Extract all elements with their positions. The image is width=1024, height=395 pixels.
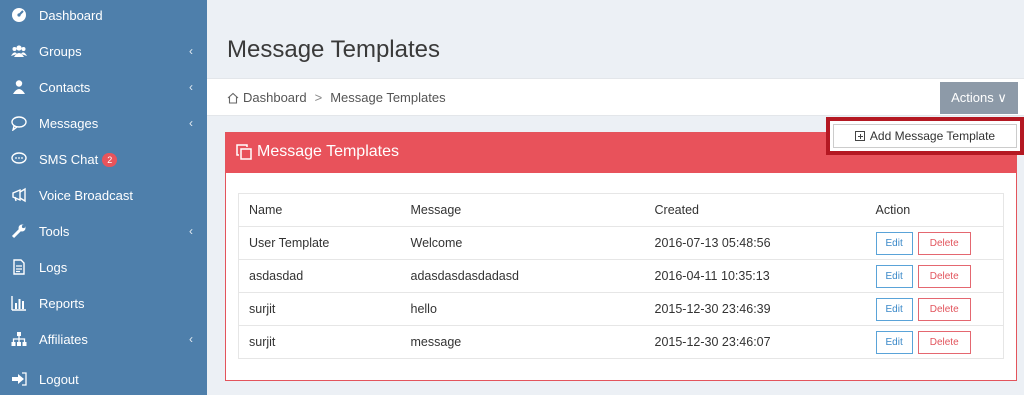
chevron-left-icon: ‹	[189, 44, 193, 58]
home-icon	[227, 92, 239, 104]
sidebar-item-groups[interactable]: Groups ‹	[0, 33, 207, 69]
wrench-icon	[10, 222, 28, 240]
cell-name: surjit	[238, 325, 401, 359]
breadcrumb-bar: Dashboard > Message Templates Actions ∨	[207, 78, 1024, 116]
cell-created: 2015-12-30 23:46:07	[644, 325, 866, 359]
cell-actions: Edit Delete	[865, 325, 1004, 359]
cell-created: 2015-12-30 23:46:39	[644, 292, 866, 326]
sidebar-item-logout[interactable]: Logout	[0, 361, 207, 395]
cell-message: Welcome	[400, 226, 645, 260]
cell-name: User Template	[238, 226, 401, 260]
user-icon	[10, 78, 28, 96]
megaphone-icon	[10, 186, 28, 204]
sidebar-item-label: SMS Chat 2	[39, 152, 207, 167]
cell-actions: Edit Delete	[865, 259, 1004, 293]
table-row: asdasdad adasdasdasdadasd 2016-04-11 10:…	[238, 259, 1004, 293]
sidebar-item-reports[interactable]: Reports	[0, 285, 207, 321]
sidebar-item-contacts[interactable]: Contacts ‹	[0, 69, 207, 105]
sidebar-item-label: Reports	[39, 295, 85, 311]
delete-button[interactable]: Delete	[917, 330, 971, 354]
breadcrumb-separator: >	[314, 90, 323, 105]
templates-table: Name Message Created Action User Templat…	[238, 193, 1004, 359]
delete-button[interactable]: Delete	[917, 297, 971, 321]
chevron-left-icon: ‹	[189, 332, 193, 346]
edit-button[interactable]: Edit	[875, 297, 913, 321]
cell-name: asdasdad	[238, 259, 401, 293]
table-row: User Template Welcome 2016-07-13 05:48:5…	[238, 226, 1004, 260]
plus-square-icon	[854, 131, 865, 141]
table-header-row: Name Message Created Action	[238, 193, 1004, 227]
sidebar: Dashboard Groups ‹ Contacts ‹ Messages ‹…	[0, 0, 207, 395]
chevron-left-icon: ‹	[189, 224, 193, 238]
table-row: surjit message 2015-12-30 23:46:07 Edit D…	[238, 325, 1004, 359]
sidebar-item-messages[interactable]: Messages ‹	[0, 105, 207, 141]
main-content: Message Templates Dashboard > Message Te…	[207, 0, 1024, 395]
sitemap-icon	[10, 330, 28, 348]
edit-button[interactable]: Edit	[875, 264, 913, 288]
page-title: Message Templates	[227, 36, 440, 63]
delete-button[interactable]: Delete	[917, 264, 971, 288]
cell-actions: Edit Delete	[865, 226, 1004, 260]
sidebar-item-label: Affiliates	[39, 331, 88, 347]
column-header-name: Name	[238, 193, 401, 227]
notification-badge: 2	[102, 152, 118, 167]
cell-message: hello	[400, 292, 645, 326]
bar-chart-icon	[10, 294, 28, 312]
edit-button[interactable]: Edit	[875, 231, 913, 255]
sidebar-item-label: Logout	[39, 371, 79, 387]
column-header-action: Action	[865, 193, 1004, 227]
breadcrumb-current: Message Templates	[330, 90, 446, 105]
cell-created: 2016-07-13 05:48:56	[644, 226, 866, 260]
breadcrumb-home-link[interactable]: Dashboard	[243, 90, 307, 105]
breadcrumb: Dashboard > Message Templates	[227, 90, 446, 105]
chevron-left-icon: ‹	[189, 80, 193, 94]
sidebar-item-sms-chat[interactable]: SMS Chat 2	[0, 141, 207, 177]
dashboard-icon	[10, 6, 28, 24]
panel-title: Message Templates	[236, 143, 399, 161]
sms-chat-icon	[10, 150, 28, 168]
sidebar-item-label: Logs	[39, 259, 68, 275]
sidebar-item-label: Contacts	[39, 79, 91, 95]
document-icon	[10, 258, 28, 276]
chat-bubble-icon	[10, 114, 28, 132]
column-header-message: Message	[400, 193, 645, 227]
table-row: surjit hello 2015-12-30 23:46:39 Edit Del…	[238, 292, 1004, 326]
sidebar-item-label: Dashboard	[39, 7, 103, 23]
cell-message: adasdasdasdadasd	[400, 259, 645, 293]
templates-table-wrapper: Name Message Created Action User Templat…	[238, 193, 1004, 359]
sidebar-item-voice-broadcast[interactable]: Voice Broadcast	[0, 177, 207, 213]
delete-button[interactable]: Delete	[917, 231, 971, 255]
templates-panel: Message Templates Name Message Created A…	[225, 132, 1017, 381]
sidebar-item-affiliates[interactable]: Affiliates ‹	[0, 321, 207, 357]
cell-created: 2016-04-11 10:35:13	[644, 259, 866, 293]
add-template-highlight: Add Message Template	[826, 117, 1024, 155]
chevron-left-icon: ‹	[189, 116, 193, 130]
cell-name: surjit	[238, 292, 401, 326]
copy-icon	[236, 144, 252, 160]
sidebar-item-logs[interactable]: Logs	[0, 249, 207, 285]
column-header-created: Created	[644, 193, 866, 227]
sidebar-item-dashboard[interactable]: Dashboard	[0, 0, 207, 33]
add-button-label: Add Message Template	[869, 129, 996, 143]
add-message-template-button[interactable]: Add Message Template	[833, 124, 1017, 148]
logout-icon	[10, 370, 28, 388]
sidebar-item-label: Voice Broadcast	[39, 187, 133, 203]
edit-button[interactable]: Edit	[875, 330, 913, 354]
sidebar-item-tools[interactable]: Tools ‹	[0, 213, 207, 249]
cell-actions: Edit Delete	[865, 292, 1004, 326]
users-icon	[10, 42, 28, 60]
sidebar-item-label: Groups	[39, 43, 82, 59]
cell-message: message	[400, 325, 645, 359]
actions-dropdown-button[interactable]: Actions ∨	[940, 82, 1018, 114]
sidebar-item-label: Messages	[39, 115, 99, 131]
sidebar-item-label: Tools	[39, 223, 70, 239]
